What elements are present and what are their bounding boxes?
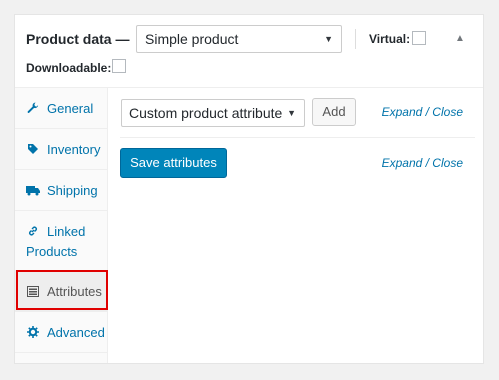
virtual-checkbox[interactable] bbox=[412, 31, 426, 45]
product-data-tabs: General Inventory Shipping Linked Produc… bbox=[15, 88, 108, 363]
product-data-label: Product data — bbox=[26, 31, 130, 47]
tab-general-label: General bbox=[47, 101, 94, 116]
gear-icon bbox=[26, 325, 40, 339]
attributes-panel: Custom product attribute ▼ Add Expand / … bbox=[108, 88, 483, 363]
save-attributes-button[interactable]: Save attributes bbox=[120, 148, 227, 178]
tab-general[interactable]: General bbox=[15, 88, 107, 129]
add-attribute-button[interactable]: Add bbox=[312, 98, 356, 126]
header-divider bbox=[355, 29, 356, 49]
downloadable-label: Downloadable: bbox=[26, 61, 112, 75]
product-data-header: Product data — Simple product ▼ Virtual:… bbox=[15, 15, 483, 88]
attribute-taxonomy-select[interactable]: Custom product attribute ▼ bbox=[121, 99, 305, 127]
caret-down-icon: ▼ bbox=[287, 108, 296, 118]
list-icon bbox=[26, 284, 40, 298]
truck-icon bbox=[26, 183, 40, 197]
expand-close-link-2[interactable]: Expand / Close bbox=[382, 156, 463, 170]
product-type-value: Simple product bbox=[145, 31, 239, 47]
tab-inventory-label: Inventory bbox=[47, 142, 101, 157]
attribute-select-value: Custom product attribute bbox=[129, 105, 283, 121]
divider bbox=[120, 137, 475, 138]
wrench-icon bbox=[26, 101, 40, 115]
downloadable-checkbox[interactable] bbox=[112, 59, 126, 73]
collapse-toggle-icon[interactable]: ▲ bbox=[455, 33, 465, 44]
product-data-panel: Product data — Simple product ▼ Virtual:… bbox=[14, 14, 484, 364]
product-type-select[interactable]: Simple product ▼ bbox=[136, 25, 342, 53]
tab-advanced-label: Advanced bbox=[47, 325, 105, 340]
tab-attributes-label: Attributes bbox=[47, 284, 102, 299]
tab-attributes[interactable]: Attributes bbox=[15, 271, 107, 312]
tab-advanced[interactable]: Advanced bbox=[15, 312, 107, 353]
virtual-label: Virtual: bbox=[369, 32, 411, 46]
tab-linked-products[interactable]: Linked Products bbox=[15, 211, 107, 271]
tab-shipping[interactable]: Shipping bbox=[15, 170, 107, 211]
tab-linked-products-label-line1: Linked bbox=[47, 224, 86, 239]
tab-shipping-label: Shipping bbox=[47, 183, 98, 198]
tab-inventory[interactable]: Inventory bbox=[15, 129, 107, 170]
tag-icon bbox=[26, 142, 40, 156]
tab-linked-products-label-line2: Products bbox=[26, 244, 78, 259]
expand-close-link[interactable]: Expand / Close bbox=[382, 105, 463, 119]
caret-down-icon: ▼ bbox=[324, 34, 333, 44]
link-icon bbox=[26, 224, 40, 238]
